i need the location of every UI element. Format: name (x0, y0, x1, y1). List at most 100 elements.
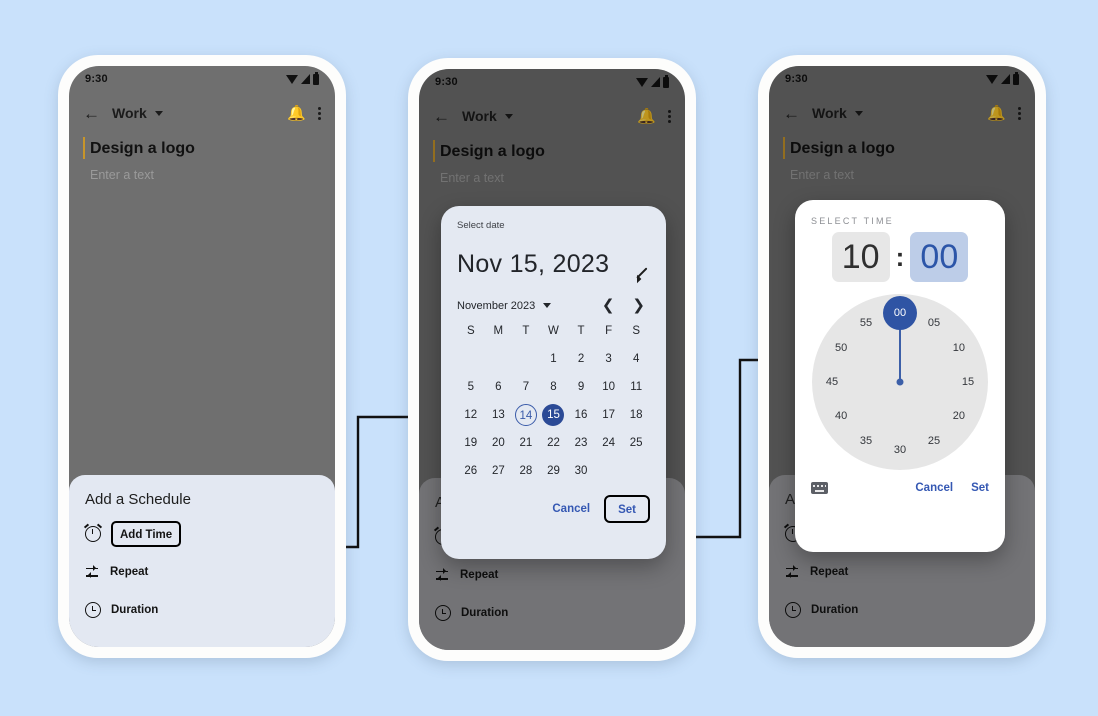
clock-number-10[interactable]: 10 (953, 342, 965, 354)
clock-number-40[interactable]: 40 (835, 410, 847, 422)
time-separator: : (895, 241, 905, 272)
sheet-row-duration[interactable]: Duration (85, 596, 319, 624)
clock-number-55[interactable]: 55 (860, 317, 872, 329)
chevron-down-icon[interactable] (543, 303, 552, 308)
weekday-header: SMTWTFS (457, 317, 650, 345)
selected-date-headline: Nov 15, 2023 (457, 250, 610, 278)
sheet-title: Add a Schedule (85, 491, 191, 508)
calendar-day-29[interactable]: 29 (540, 457, 568, 485)
dialog-label: SELECT TIME (811, 216, 894, 226)
calendar-cell-empty (622, 457, 650, 485)
keyboard-icon[interactable] (811, 482, 828, 494)
phone-2-screen: 9:30 ← Work 🔔 Design a logo Enter a text (419, 69, 685, 650)
select-time-dialog: SELECT TIME 10 : 00 00 05 10 15 20 25 30 35 40 4… (795, 200, 1005, 552)
calendar-day-25[interactable]: 25 (622, 429, 650, 457)
chevron-down-icon[interactable] (154, 110, 163, 116)
calendar-day-21[interactable]: 21 (512, 429, 540, 457)
clock-number-15[interactable]: 15 (962, 376, 974, 388)
calendar-day-17[interactable]: 17 (595, 401, 623, 429)
weekday-6: S (632, 325, 641, 337)
weekday-1: M (493, 325, 504, 337)
calendar-day-13: 13 (491, 409, 505, 421)
add-schedule-sheet: Add a Schedule Add Time Repeat Duration (69, 475, 335, 647)
sheet-row-label: Repeat (110, 566, 149, 578)
clock-center-hub (896, 378, 904, 386)
back-arrow-icon[interactable]: ← (83, 105, 100, 122)
calendar-day-18[interactable]: 18 (622, 401, 650, 429)
phone-3-frame: 9:30 ← Work 🔔 Design a logo Enter a text (758, 55, 1046, 658)
phone-3-screen: 9:30 ← Work 🔔 Design a logo Enter a text (769, 66, 1035, 647)
task-content: Design a logo Enter a text (69, 134, 335, 182)
calendar-week: 26 27 28 29 30 (457, 457, 650, 485)
calendar-day-30[interactable]: 30 (567, 457, 595, 485)
month-label[interactable]: November 2023 (457, 300, 535, 312)
calendar-day-15[interactable]: 15 (540, 401, 568, 429)
hour-field[interactable]: 10 (831, 232, 890, 282)
calendar-day-24[interactable]: 24 (595, 429, 623, 457)
calendar-day-3: 3 (605, 353, 612, 365)
wifi-icon (286, 74, 298, 84)
calendar-day-14[interactable]: 14 (512, 401, 540, 429)
calendar-week: 19 20 21 22 23 24 25 (457, 429, 650, 457)
clock-number-45[interactable]: 45 (826, 376, 838, 388)
task-title: Design a logo (83, 137, 319, 159)
calendar-day-19[interactable]: 19 (457, 429, 485, 457)
calendar-day-7: 7 (522, 381, 530, 393)
set-button: Set (618, 504, 636, 516)
calendar-day-23[interactable]: 23 (567, 429, 595, 457)
select-date-dialog: Select date Nov 15, 2023 November 2023 ❮… (441, 206, 666, 559)
clock-number-25[interactable]: 25 (928, 435, 940, 447)
clock-number-30[interactable]: 30 (894, 444, 906, 456)
calendar-day-1: 1 (550, 353, 557, 365)
sheet-row-label: Add Time (120, 529, 173, 541)
battery-icon (313, 71, 319, 85)
pencil-icon[interactable] (634, 263, 650, 279)
calendar-day-2: 2 (577, 353, 585, 365)
phone-1-frame: 9:30 ← Work 🔔 Design a logo Enter a text (58, 55, 346, 658)
calendar-day-26[interactable]: 26 (457, 457, 485, 485)
clock-icon (85, 602, 101, 618)
calendar-day-11: 11 (630, 381, 643, 393)
phone-1-screen: 9:30 ← Work 🔔 Design a logo Enter a text (69, 66, 335, 647)
clock-number-20[interactable]: 20 (953, 410, 965, 422)
set-button[interactable]: Set (971, 482, 989, 494)
clock-selected-value: 00 (893, 307, 907, 319)
set-button-highlight[interactable]: Set (604, 495, 650, 523)
app-bar-title: Work (112, 105, 147, 121)
calendar-day-16[interactable]: 16 (567, 401, 595, 429)
clock-selected-knob[interactable]: 00 (883, 296, 917, 330)
calendar-day-22[interactable]: 22 (540, 429, 568, 457)
sheet-row-repeat[interactable]: Repeat (85, 558, 319, 586)
cancel-button[interactable]: Cancel (552, 503, 590, 515)
calendar-cell-empty (512, 345, 540, 373)
calendar-grid: SMTWTFS 1 2 3 4 5 6 7 8 9 10 11 12 13 14 15 16 17 18 19 20 2… (457, 317, 650, 485)
phone-2-frame: 9:30 ← Work 🔔 Design a logo Enter a text (408, 58, 696, 661)
add-alarm-bell-icon[interactable]: 🔔 (287, 104, 306, 122)
weekday-0: S (466, 325, 475, 337)
note-placeholder[interactable]: Enter a text (85, 168, 319, 182)
calendar-day-27[interactable]: 27 (485, 457, 513, 485)
status-bar-icons (286, 71, 319, 85)
more-vertical-icon[interactable] (318, 106, 321, 120)
calendar-week: 1 2 3 4 (457, 345, 650, 373)
calendar-day-20[interactable]: 20 (485, 429, 513, 457)
clock-number-50[interactable]: 50 (835, 342, 847, 354)
chevron-right-icon[interactable]: ❯ (627, 298, 650, 313)
calendar-day-28[interactable]: 28 (512, 457, 540, 485)
clock-number-35[interactable]: 35 (860, 435, 872, 447)
minute-field[interactable]: 00 (910, 232, 969, 282)
calendar-week: 5 6 7 8 9 10 11 (457, 373, 650, 401)
sheet-row-label: Duration (111, 604, 159, 616)
clock-number-05[interactable]: 05 (928, 317, 940, 329)
add-time-highlight[interactable]: Add Time (111, 521, 182, 547)
chevron-left-icon[interactable]: ❮ (597, 298, 620, 313)
weekday-4: T (577, 325, 585, 337)
time-input-fields: 10 : 00 (811, 232, 989, 282)
cancel-button[interactable]: Cancel (915, 482, 953, 494)
repeat-icon (85, 565, 100, 579)
app-bar: ← Work 🔔 (69, 92, 335, 134)
signal-icon (301, 74, 310, 84)
clock-dial[interactable]: 00 05 10 15 20 25 30 35 40 45 50 55 (812, 294, 988, 470)
calendar-day-10: 10 (602, 381, 615, 393)
sheet-row-add-time[interactable]: Add Time (85, 520, 319, 548)
